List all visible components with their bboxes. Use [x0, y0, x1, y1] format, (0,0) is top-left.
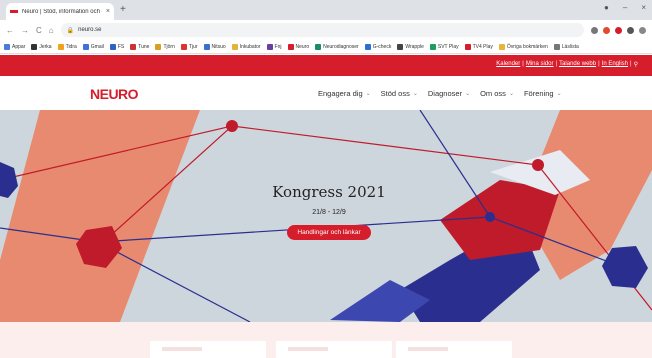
profile-dot-icon[interactable]: ●	[604, 3, 609, 12]
bookmark-item[interactable]: Övriga bokmärken	[498, 43, 548, 50]
close-window-button[interactable]: ×	[641, 3, 646, 12]
chevron-down-icon: ⌄	[412, 91, 418, 97]
content-card[interactable]	[150, 341, 266, 358]
chevron-down-icon: ⌄	[556, 91, 562, 97]
chevron-down-icon: ⌄	[465, 91, 471, 97]
link-talande-webb[interactable]: Talande webb	[559, 61, 596, 68]
utility-links: Kalender | Mina sidor | Talande webb | I…	[496, 61, 638, 68]
nav-forening[interactable]: Förening ⌄	[524, 89, 562, 98]
site-logo[interactable]: NEURO	[90, 86, 139, 102]
bookmark-item[interactable]: Tjur	[180, 43, 198, 50]
bookmark-item[interactable]: FS	[109, 43, 124, 50]
bookmark-item[interactable]: Gmail	[82, 43, 104, 50]
nav-diagnoser[interactable]: Diagnoser ⌄	[428, 89, 470, 98]
url-text: neuro.se	[78, 27, 102, 33]
extension-icon[interactable]	[615, 26, 622, 34]
tab-title: Neuro | Stöd, information och gemenskap	[22, 8, 102, 15]
bookmark-item[interactable]: Neurodiagnoser	[315, 43, 359, 50]
bookmark-item[interactable]: Appar	[4, 43, 25, 50]
content-card[interactable]	[276, 341, 392, 358]
card-heading-placeholder	[288, 347, 328, 351]
bookmarks-bar: Appar Jerka Tidra Gmail FS Tune Tjörn Tj…	[0, 40, 652, 54]
separator: |	[630, 61, 632, 67]
link-mina-sidor[interactable]: Mina sidor	[526, 61, 554, 68]
link-in-english[interactable]: In English	[602, 61, 628, 68]
bookmark-item[interactable]: Tune	[130, 43, 149, 50]
bookmark-item[interactable]: G-check	[364, 43, 391, 50]
extensions	[591, 26, 646, 34]
lock-icon: 🔒	[66, 27, 75, 34]
bookmark-item[interactable]: Fnj	[266, 43, 282, 50]
bookmark-item[interactable]: Tidra	[57, 43, 77, 50]
window-controls: ● – ×	[604, 3, 646, 12]
browser-tab-bar: Neuro | Stöd, information och gemenskap …	[0, 0, 652, 20]
bookmark-item[interactable]: Nitsuo	[203, 43, 226, 50]
bookmark-item[interactable]: Wrapple	[397, 43, 424, 50]
puzzle-icon[interactable]	[627, 26, 634, 34]
network-node	[532, 159, 544, 171]
network-line	[231, 125, 539, 166]
hero-dates: 21/8 - 12/9	[312, 209, 346, 216]
forward-button[interactable]: →	[21, 26, 29, 35]
nav-stod-oss[interactable]: Stöd oss ⌄	[381, 89, 418, 98]
bookmark-item[interactable]: TV4 Play	[464, 43, 493, 50]
avatar[interactable]	[639, 26, 646, 34]
separator: |	[598, 61, 600, 67]
bookmark-item[interactable]: Neuro	[287, 43, 309, 50]
hero-content: Kongress 2021 21/8 - 12/9 Handlingar och…	[0, 183, 652, 240]
bookmark-item[interactable]: Jerka	[31, 43, 52, 50]
address-bar-row: ← → C ⌂ 🔒 neuro.se	[0, 20, 652, 40]
star-icon[interactable]	[591, 26, 598, 34]
bookmark-item[interactable]: Inkubator	[231, 43, 261, 50]
neuro-favicon-icon	[10, 10, 18, 13]
hero-title: Kongress 2021	[272, 183, 386, 201]
network-node	[226, 120, 238, 132]
hero-banner: Kongress 2021 21/8 - 12/9 Handlingar och…	[0, 110, 652, 322]
back-button[interactable]: ←	[6, 26, 14, 35]
card-heading-placeholder	[162, 347, 202, 351]
browser-tab[interactable]: Neuro | Stöd, information och gemenskap …	[6, 3, 114, 20]
bookmark-item[interactable]: SVT Play	[429, 43, 459, 50]
bookmark-item[interactable]: Tjörn	[155, 43, 175, 50]
link-kalender[interactable]: Kalender	[496, 61, 520, 68]
hexagon-shape	[602, 246, 648, 288]
separator: |	[555, 61, 558, 67]
chevron-down-icon: ⌄	[508, 91, 514, 97]
extension-icon[interactable]	[603, 26, 610, 34]
search-icon[interactable]: ⚲	[634, 61, 638, 68]
nav-om-oss[interactable]: Om oss ⌄	[480, 89, 514, 98]
bookmark-item[interactable]: Läslista	[553, 43, 579, 50]
hero-cta-button[interactable]: Handlingar och länkar	[287, 225, 371, 240]
nav-engagera-dig[interactable]: Engagera dig ⌄	[318, 89, 371, 98]
url-field[interactable]: 🔒 neuro.se	[60, 23, 584, 37]
main-nav: Engagera dig ⌄ Stöd oss ⌄ Diagnoser ⌄ Om os…	[318, 89, 562, 98]
reload-button[interactable]: C	[36, 26, 42, 35]
card-heading-placeholder	[408, 347, 448, 351]
new-tab-button[interactable]: +	[120, 4, 126, 15]
content-card[interactable]	[396, 341, 512, 358]
minimize-button[interactable]: –	[623, 3, 627, 12]
home-button[interactable]: ⌂	[49, 26, 54, 35]
chevron-down-icon: ⌄	[365, 91, 371, 97]
separator: |	[522, 61, 524, 67]
tab-close-button[interactable]: ×	[106, 8, 110, 15]
